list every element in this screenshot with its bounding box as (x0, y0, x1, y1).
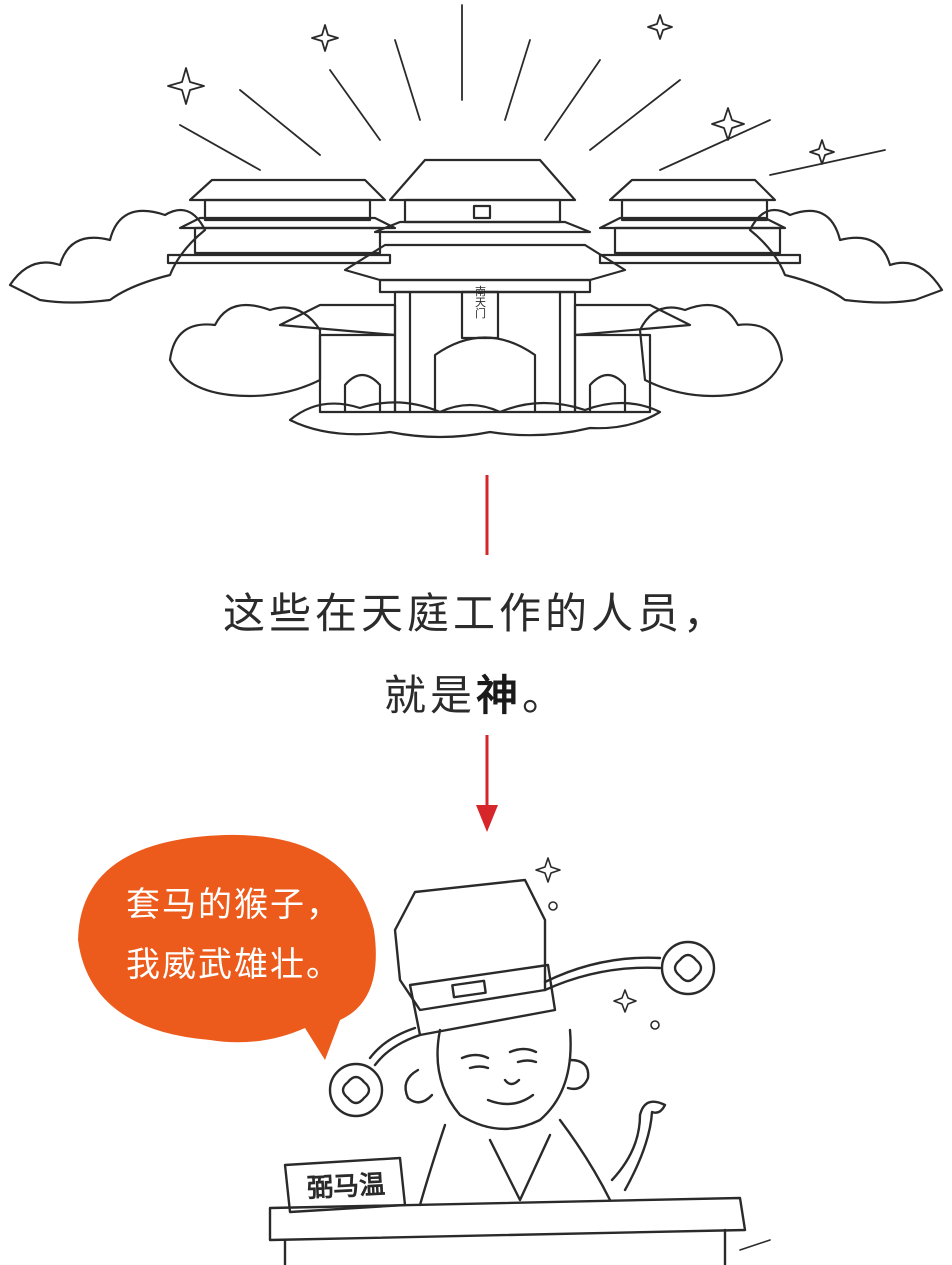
desk-sign: 弼马温 (306, 1169, 386, 1205)
hat-wing-flower-icon (660, 940, 716, 996)
comic-panel: 南天门 这些在天庭工作的人员， 就是神。 套马的猴子， 我威武雄壮。 弼马温 (0, 0, 952, 1265)
caption-line-2: 就是神。 (0, 662, 952, 723)
speech-line-1: 套马的猴子， (126, 885, 342, 925)
caption-emphasis: 神 (475, 671, 522, 720)
speech-line-2: 我威武雄壮。 (126, 945, 342, 985)
caption-text-2-suffix: 。 (522, 671, 569, 720)
speech-bubble-text: 套马的猴子， 我威武雄壮。 (126, 884, 342, 986)
light-rays-icon (179, 4, 886, 176)
hat-wing-flower-icon (328, 1062, 384, 1118)
heavenly-gate-illustration: 南天门 (8, 4, 944, 439)
gate-plaque: 南天门 (474, 285, 487, 319)
red-arrow-head-icon (476, 805, 498, 832)
sparkle-icon (167, 14, 835, 165)
caption-line-1: 这些在天庭工作的人员， (0, 580, 952, 641)
caption-text-1: 这些在天庭工作的人员， (222, 589, 729, 638)
caption-text-2-prefix: 就是 (383, 671, 476, 720)
